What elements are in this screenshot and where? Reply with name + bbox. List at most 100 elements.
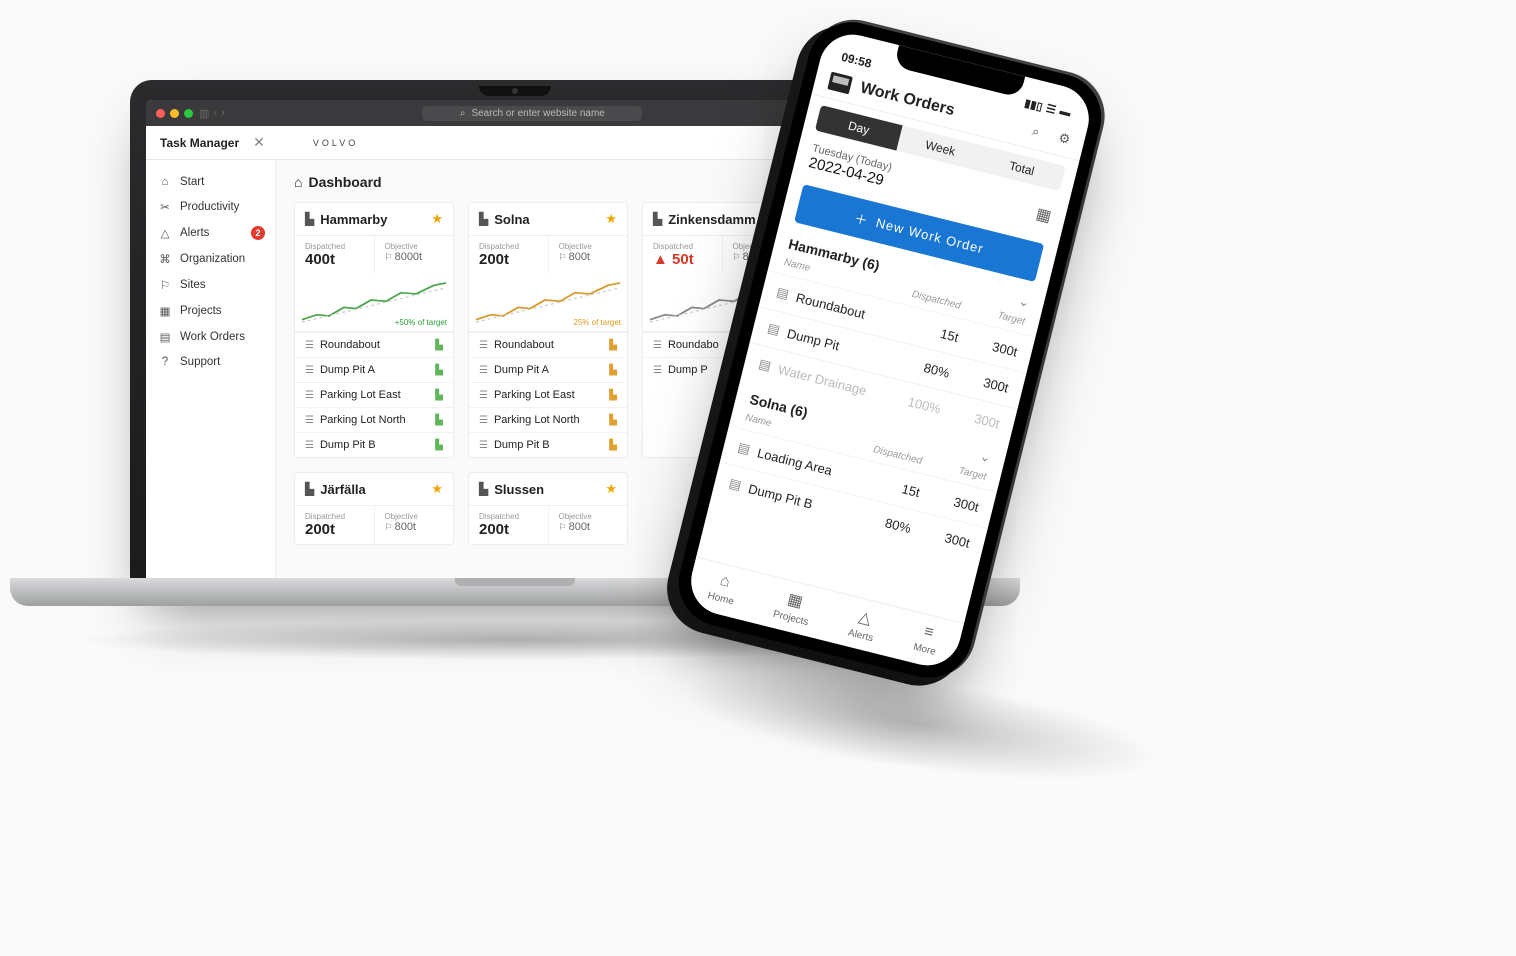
project-row[interactable]: ☰ Parking Lot East ▙: [469, 382, 627, 407]
list-icon: ☰: [653, 365, 662, 376]
card-header: ▙ Hammarby ★: [295, 203, 453, 236]
project-row[interactable]: ☰ Dump Pit B ▙: [469, 432, 627, 457]
project-name: Dump Pit B: [494, 439, 603, 451]
site-card: ▙ Solna ★ Dispatched 200t Objective ⚐800…: [468, 202, 628, 458]
close-icon[interactable]: ✕: [253, 134, 265, 151]
order-dispatched: 15t: [859, 470, 922, 499]
trend-icon: ▙: [609, 340, 617, 351]
project-row[interactable]: ☰ Parking Lot North ▙: [295, 407, 453, 432]
maximize-dot[interactable]: [184, 109, 193, 118]
order-target: 300t: [909, 521, 972, 550]
order-icon: ▤: [775, 284, 791, 302]
star-icon[interactable]: ★: [431, 211, 443, 227]
site-name: Hammarby: [320, 212, 425, 227]
project-name: Roundabout: [320, 339, 429, 351]
sidebar-item-alerts[interactable]: △ Alerts2: [146, 220, 275, 246]
project-row[interactable]: ☰ Roundabout ▙: [295, 332, 453, 357]
chart-note: 25% of target: [573, 318, 621, 327]
calendar-icon[interactable]: ▦: [1034, 203, 1054, 226]
alert-badge: 2: [251, 226, 265, 240]
metrics: Dispatched 200t Objective ⚐800t: [469, 506, 627, 544]
project-row[interactable]: ☰ Dump Pit B ▙: [295, 432, 453, 457]
trend-icon: ▙: [609, 415, 617, 426]
tab-label: Projects: [772, 609, 810, 628]
list-icon: ☰: [479, 440, 488, 451]
tab-more[interactable]: ≡ More: [912, 621, 942, 660]
chevron-down-icon: ⌄: [1017, 293, 1031, 311]
order-icon: ▤: [757, 356, 773, 374]
tab-alerts[interactable]: △ Alerts: [847, 605, 880, 644]
list-icon: ☰: [479, 340, 488, 351]
sidebar-item-projects[interactable]: ▦ Projects: [146, 298, 275, 324]
trend-icon: ▙: [609, 440, 617, 451]
project-name: Parking Lot North: [320, 414, 429, 426]
order-target: 300t: [948, 366, 1011, 395]
chevron-down-icon: ⌄: [978, 448, 992, 466]
sidebar-item-sites[interactable]: ⚐ Sites: [146, 272, 275, 298]
metric-label: Dispatched: [479, 242, 538, 251]
sidebar-icon: ?: [158, 356, 172, 368]
close-dot[interactable]: [156, 109, 165, 118]
list-icon: ☰: [479, 415, 488, 426]
sidebar-icon: ▦: [158, 304, 172, 318]
objective-value: ⚐800t: [385, 521, 444, 533]
project-row[interactable]: ☰ Parking Lot East ▙: [295, 382, 453, 407]
site-name: Solna: [494, 212, 599, 227]
browser-search[interactable]: ⌕ Search or enter website name: [422, 106, 642, 121]
app-title: Task Manager: [160, 136, 239, 150]
sidebar-icon: ✂: [158, 200, 172, 214]
tab-projects[interactable]: ▦ Projects: [772, 586, 815, 628]
star-icon[interactable]: ★: [605, 481, 617, 497]
battery-icon: ▬: [1058, 105, 1072, 120]
minimize-dot[interactable]: [170, 109, 179, 118]
project-row[interactable]: ☰ Parking Lot North ▙: [469, 407, 627, 432]
site-icon: ▙: [305, 212, 314, 226]
star-icon[interactable]: ★: [605, 211, 617, 227]
tab-home[interactable]: ⌂ Home: [706, 570, 740, 609]
objective-value: ⚐800t: [559, 251, 618, 263]
tab-label: Home: [706, 590, 735, 607]
order-dispatched: 80%: [850, 506, 913, 535]
star-icon[interactable]: ★: [431, 481, 443, 497]
dispatched-value: 200t: [479, 521, 538, 538]
sidebar-item-start[interactable]: ⌂ Start: [146, 170, 275, 194]
sidebar-item-organization[interactable]: ⌘ Organization: [146, 246, 275, 272]
project-row[interactable]: ☰ Dump Pit A ▙: [295, 357, 453, 382]
sidebar-icon: ⌂: [158, 176, 172, 188]
search-icon: ⌕: [460, 108, 466, 119]
metric-label: Objective: [385, 512, 444, 521]
browser-chrome: ▥ ‹ › ⌕ Search or enter website name ⇪+▭: [146, 100, 884, 126]
project-name: Roundabout: [494, 339, 603, 351]
site-name: Järfälla: [320, 482, 425, 497]
sidebar-item-label: Sites: [180, 279, 206, 291]
site-name: Slussen: [494, 482, 599, 497]
order-target: 300t: [939, 402, 1002, 431]
sidebar-item-label: Organization: [180, 253, 245, 265]
order-dispatched: 100%: [880, 387, 943, 416]
project-name: Parking Lot East: [494, 389, 603, 401]
site-card: ▙ Slussen ★ Dispatched 200t Objective ⚐8…: [468, 472, 628, 545]
project-row[interactable]: ☰ Dump Pit A ▙: [469, 357, 627, 382]
gear-icon[interactable]: ⚙: [1057, 130, 1072, 148]
project-row[interactable]: ☰ Roundabout ▙: [469, 332, 627, 357]
metrics: Dispatched 400t Objective ⚐8000t: [295, 236, 453, 274]
sidebar-icon: △: [158, 226, 172, 240]
nav-back-icon[interactable]: ‹: [213, 107, 217, 120]
chart-note: +50% of target: [395, 318, 447, 327]
sidebar-icon: ⌘: [158, 252, 172, 266]
app-logo-icon: [827, 72, 853, 95]
metric-label: Dispatched: [653, 242, 712, 251]
site-name: Zinkensdamm: [668, 212, 773, 227]
sidebar-item-work-orders[interactable]: ▤ Work Orders: [146, 324, 275, 350]
site-icon: ▙: [305, 482, 314, 496]
nav-fwd-icon[interactable]: ›: [221, 107, 225, 120]
metric-label: Objective: [385, 242, 444, 251]
dispatched-value: 200t: [305, 521, 364, 538]
sidebar-item-productivity[interactable]: ✂ Productivity: [146, 194, 275, 220]
trend-icon: ▙: [435, 440, 443, 451]
window-traffic-lights[interactable]: [156, 109, 193, 118]
project-name: Parking Lot East: [320, 389, 429, 401]
sidebar-item-support[interactable]: ? Support: [146, 350, 275, 374]
search-icon[interactable]: ⌕: [1030, 123, 1041, 140]
sidebar-toggle-icon[interactable]: ▥: [199, 107, 209, 120]
